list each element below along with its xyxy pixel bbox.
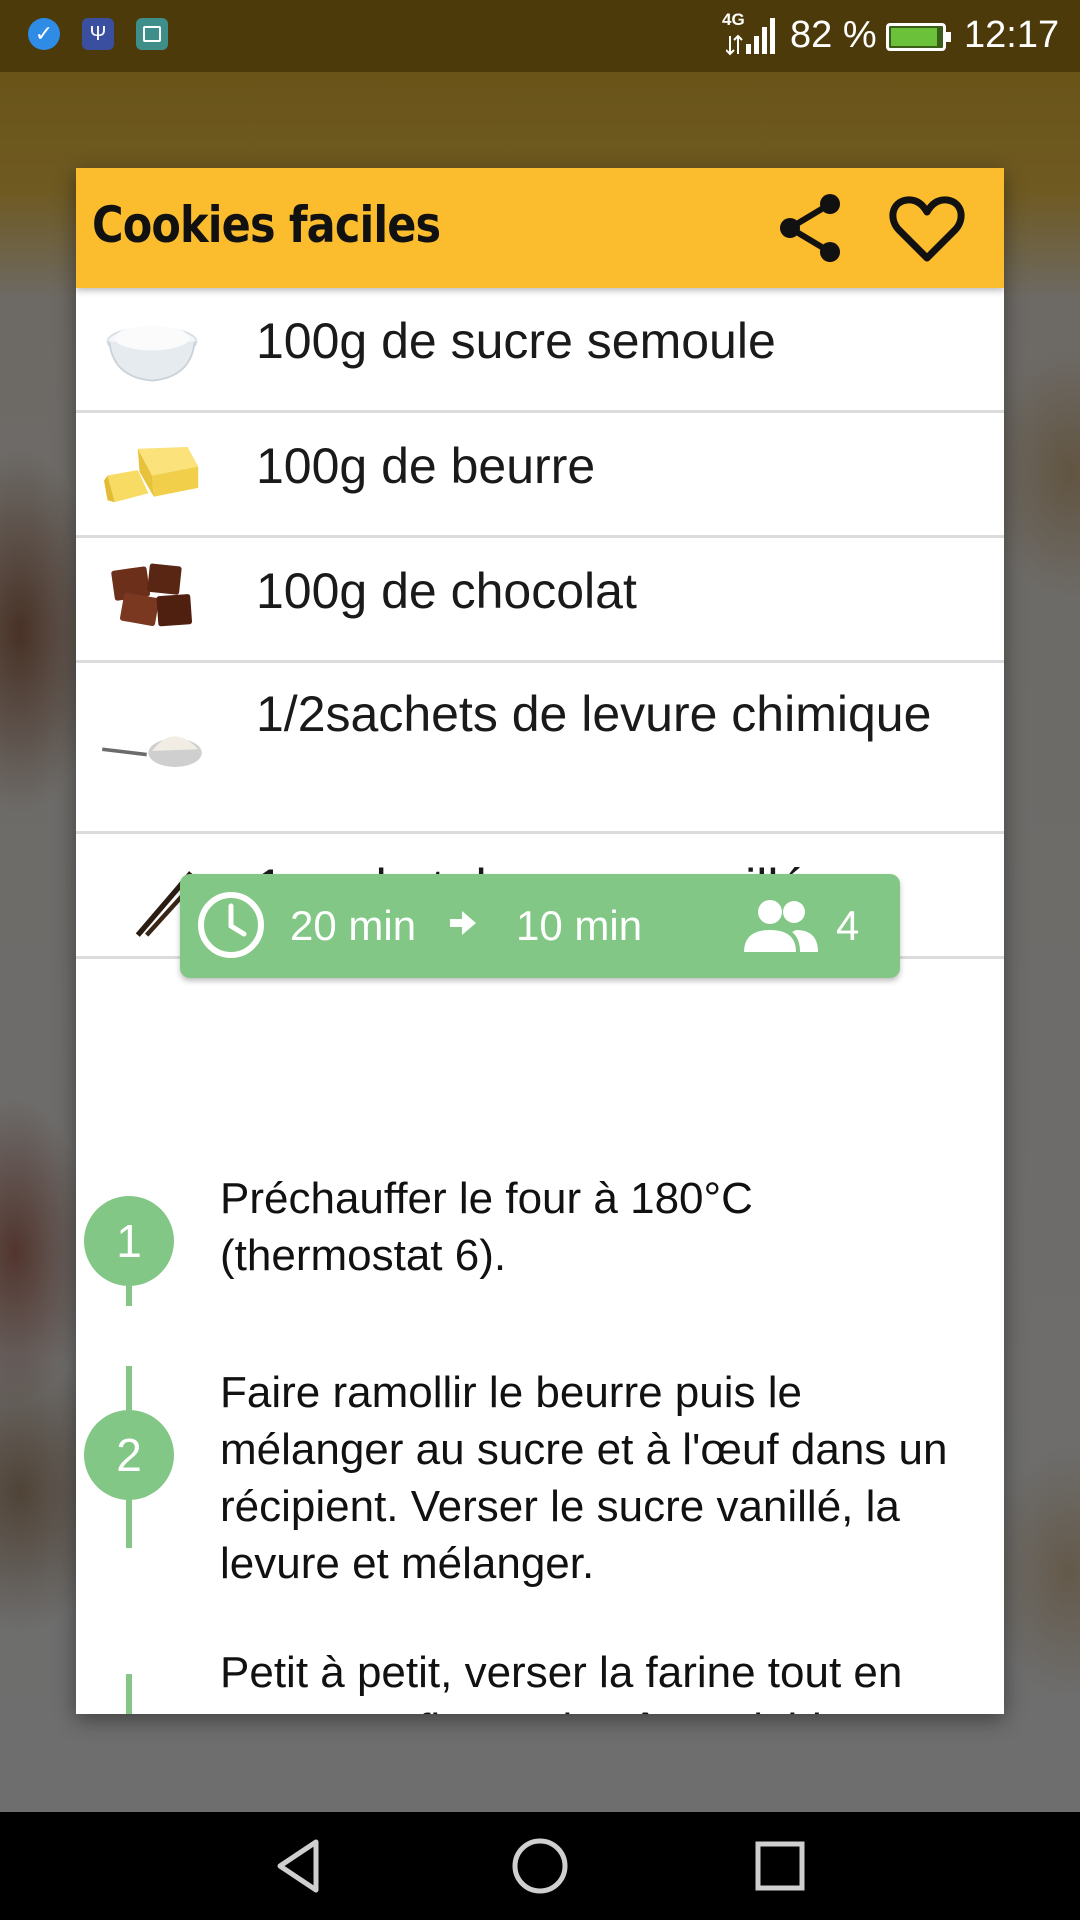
status-bar: ✓ Ψ 4G 82 % 12:17 <box>0 0 1080 72</box>
timeline-line <box>126 1366 132 1416</box>
battery-percent: 82 % <box>790 14 877 56</box>
timeline-line <box>126 1498 132 1548</box>
share-icon[interactable] <box>770 188 850 268</box>
butter-image <box>104 447 199 503</box>
ingredient-text: 100g de chocolat <box>256 563 637 619</box>
ingredient-text: 100g de beurre <box>256 438 596 494</box>
step-number-badge: 1 <box>84 1196 174 1286</box>
timeline-line <box>126 1284 132 1306</box>
ingredient-row[interactable]: 100g de beurre <box>76 413 1004 538</box>
home-icon[interactable] <box>510 1836 570 1896</box>
sugar-bowl-image <box>106 325 198 382</box>
people-icon <box>744 900 818 952</box>
step-text: Petit à petit, verser la farine tout en … <box>220 1648 903 1714</box>
chocolate-image <box>111 563 193 627</box>
signal-icon <box>726 18 775 56</box>
baking-powder-spoon-image <box>102 736 202 767</box>
recipe-title: Cookies faciles <box>92 196 441 254</box>
arrow-right-icon <box>450 911 476 935</box>
usb-notification-icon: Ψ <box>82 18 114 50</box>
recipe-info-bar: 20 min 10 min 4 <box>180 874 900 978</box>
ingredient-text: 100g de sucre semoule <box>256 313 776 369</box>
step-number-badge: 2 <box>84 1410 174 1500</box>
cook-time: 10 min <box>516 902 643 949</box>
prep-time: 20 min <box>290 902 417 949</box>
ingredient-row[interactable]: 1/2sachets de levure chimique <box>76 663 1004 834</box>
servings-count: 4 <box>836 902 860 949</box>
step-text: Faire ramollir le beurre puis le mélange… <box>220 1368 948 1588</box>
image-notification-icon <box>136 18 168 50</box>
navigation-bar <box>0 1812 1080 1920</box>
dialog-header: Cookies faciles <box>76 168 1004 288</box>
timeline-line <box>126 1674 132 1714</box>
ingredient-text: 1/2sachets de levure chimique <box>256 686 932 742</box>
favorite-heart-icon[interactable] <box>887 188 967 268</box>
clock-time: 12:17 <box>964 14 1060 56</box>
steps-list[interactable]: 1 Préchauffer le four à 180°C (thermosta… <box>76 1148 1004 1714</box>
battery-icon <box>886 23 951 51</box>
recents-icon[interactable] <box>750 1836 810 1896</box>
back-icon[interactable] <box>270 1836 330 1896</box>
check-notification-icon: ✓ <box>28 18 60 50</box>
ingredient-row[interactable]: 100g de chocolat <box>76 538 1004 663</box>
clock-icon <box>198 892 264 958</box>
step-text: Préchauffer le four à 180°C (thermostat … <box>220 1174 753 1280</box>
ingredient-row[interactable]: 100g de sucre semoule <box>76 288 1004 413</box>
